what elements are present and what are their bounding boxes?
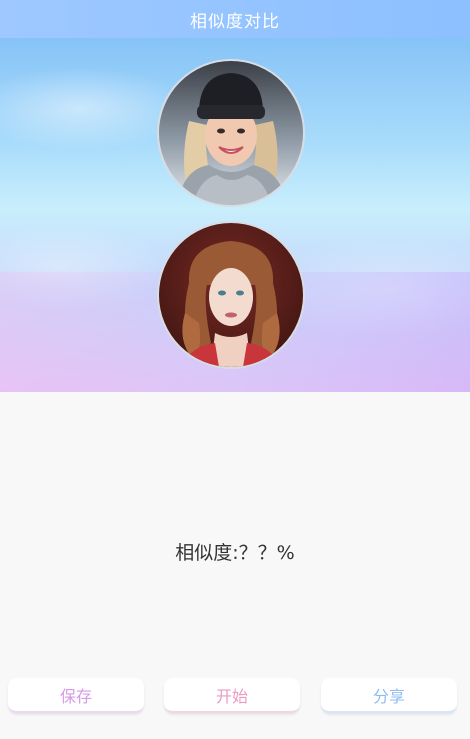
save-button[interactable]: 保存 bbox=[8, 678, 144, 713]
page-title: 相似度对比 bbox=[190, 11, 280, 32]
title-bar: 相似度对比 bbox=[0, 0, 470, 38]
similarity-result: 相似度:？？% bbox=[175, 542, 295, 564]
face-photo-2[interactable] bbox=[157, 221, 305, 369]
share-button[interactable]: 分享 bbox=[321, 678, 457, 713]
face-photo-1[interactable] bbox=[157, 59, 305, 207]
start-button[interactable]: 开始 bbox=[164, 678, 300, 713]
